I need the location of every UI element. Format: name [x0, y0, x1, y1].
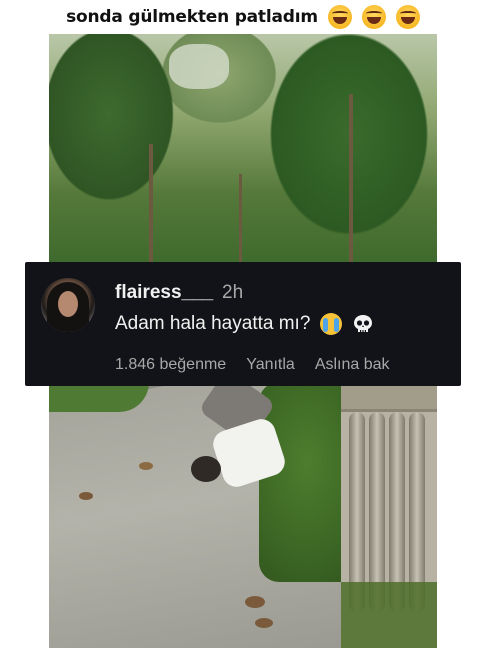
- forest-scene: [49, 34, 437, 262]
- video-caption: sonda gülmekten patladım: [0, 0, 486, 34]
- comment-card: flairess___ 2h Adam hala hayatta mı? 1.8…: [25, 262, 461, 386]
- comment-actions: 1.846 beğenme Yanıtla Aslına bak: [115, 356, 390, 374]
- laughing-emoji-icon: [327, 5, 352, 29]
- skull-emoji-icon: [352, 313, 374, 335]
- stone-path-scene: [49, 369, 437, 648]
- reply-button[interactable]: Yanıtla: [246, 356, 295, 374]
- see-original-button[interactable]: Aslına bak: [315, 356, 390, 374]
- comment-text: Adam hala hayatta mı?: [115, 313, 311, 334]
- comment-username[interactable]: flairess___: [115, 282, 213, 304]
- comment-timestamp: 2h: [222, 282, 244, 303]
- likes-count[interactable]: 1.846 beğenme: [115, 356, 226, 374]
- avatar[interactable]: [41, 278, 95, 332]
- crying-emoji-icon: [320, 313, 343, 335]
- caption-text: sonda gülmekten patladım: [66, 7, 318, 27]
- laughing-emoji-icon: [395, 5, 420, 29]
- comment-body: Adam hala hayatta mı?: [115, 313, 374, 335]
- laughing-emoji-icon: [361, 5, 386, 29]
